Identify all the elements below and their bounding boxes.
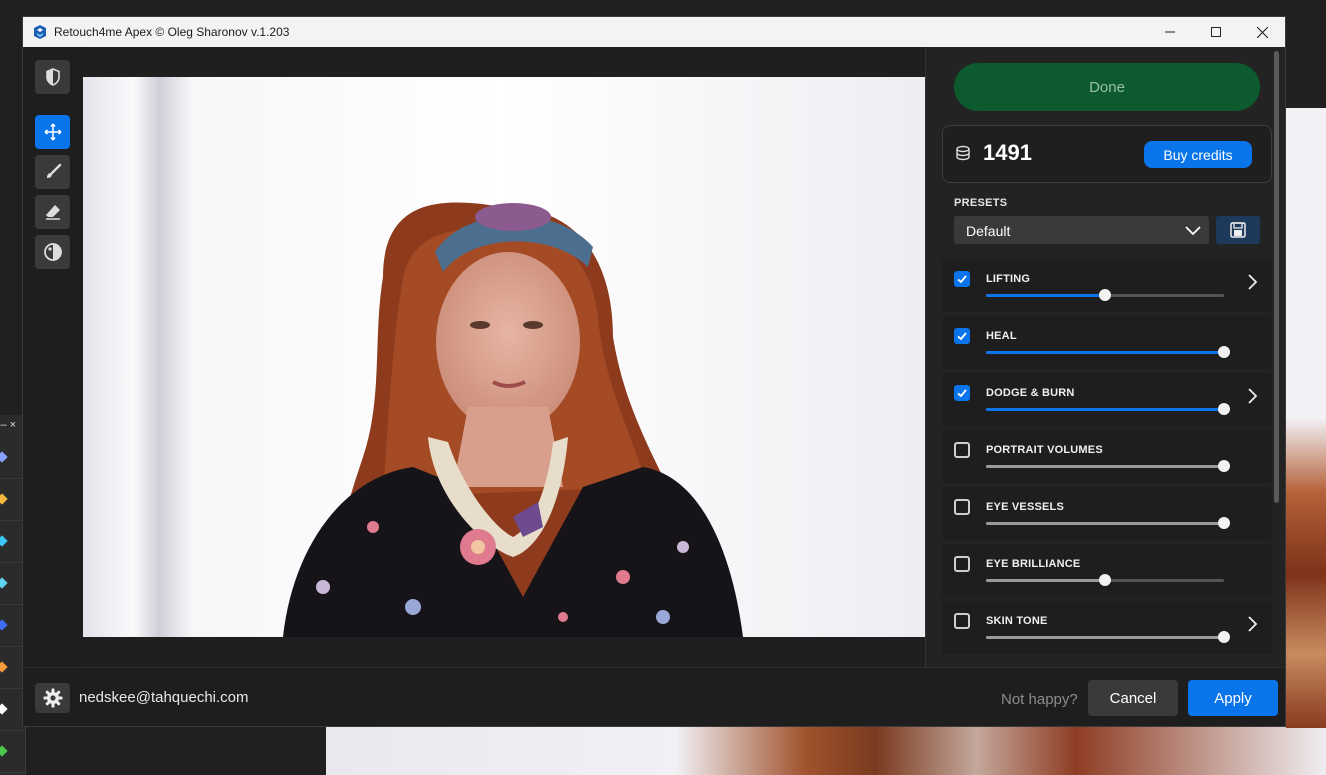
move-icon xyxy=(44,123,61,141)
slider-thumb[interactable] xyxy=(1218,631,1230,643)
adjustment-slider[interactable] xyxy=(986,460,1230,472)
save-preset-button[interactable] xyxy=(1216,216,1260,244)
adjustment-label: EYE VESSELS xyxy=(986,501,1065,513)
adjustment-checkbox[interactable] xyxy=(954,499,970,515)
coins-icon xyxy=(956,145,970,161)
left-toolbar xyxy=(23,47,83,667)
adjustment-checkbox[interactable] xyxy=(954,556,970,572)
adjustment-slider[interactable] xyxy=(986,403,1230,415)
buy-credits-button[interactable]: Buy credits xyxy=(1144,141,1252,168)
expand-arrow-button[interactable] xyxy=(1246,273,1258,296)
slider-thumb[interactable] xyxy=(1218,403,1230,415)
eraser-icon xyxy=(45,205,60,220)
slider-fill xyxy=(986,351,1224,354)
slider-fill xyxy=(986,522,1224,525)
credits-count: 1491 xyxy=(983,140,1032,165)
adjustment-card: LIFTING xyxy=(942,259,1272,312)
chevron-right-icon xyxy=(1248,616,1258,632)
adjustment-checkbox[interactable] xyxy=(954,613,970,629)
adjustment-label: EYE BRILLIANCE xyxy=(986,558,1081,570)
adjustment-slider[interactable] xyxy=(986,289,1224,301)
contrast-tool-button[interactable] xyxy=(35,235,70,269)
adjustment-checkbox[interactable] xyxy=(954,442,970,458)
adjustment-slider[interactable] xyxy=(986,517,1230,529)
shield-icon xyxy=(45,68,60,86)
maximize-button[interactable] xyxy=(1193,17,1239,47)
slider-thumb[interactable] xyxy=(1099,574,1111,586)
slider-thumb[interactable] xyxy=(1099,289,1111,301)
close-button[interactable] xyxy=(1239,17,1285,47)
checkmark-icon xyxy=(957,275,967,284)
minimize-button[interactable] xyxy=(1147,17,1193,47)
preset-dropdown[interactable]: Default xyxy=(954,216,1209,244)
slider-fill xyxy=(986,579,1105,582)
background-photo-bottom xyxy=(326,727,1326,775)
mask-tool-button[interactable] xyxy=(35,60,70,94)
expand-arrow-button[interactable] xyxy=(1246,615,1258,638)
checkmark-icon xyxy=(957,389,967,398)
checkmark-icon xyxy=(957,332,967,341)
slider-fill xyxy=(986,636,1224,639)
apply-button[interactable]: Apply xyxy=(1188,680,1278,716)
brush-tool-button[interactable] xyxy=(35,155,70,189)
image-canvas[interactable] xyxy=(83,47,925,667)
adjustment-label: LIFTING xyxy=(986,273,1031,285)
brush-icon xyxy=(46,163,61,178)
gear-icon xyxy=(43,688,62,708)
presets-label: PRESETS xyxy=(954,197,1008,209)
background-photo-right xyxy=(1286,108,1326,728)
adjustment-card: EYE BRILLIANCE xyxy=(942,544,1272,597)
credits-box: 1491 Buy credits xyxy=(942,125,1272,183)
chevron-down-icon xyxy=(1185,226,1201,236)
slider-thumb[interactable] xyxy=(1218,346,1230,358)
close-icon xyxy=(1256,26,1268,38)
panel-scrollbar[interactable] xyxy=(1274,51,1279,503)
settings-button[interactable] xyxy=(35,683,70,713)
adjustment-slider[interactable] xyxy=(986,631,1230,643)
app-window: Retouch4me Apex © Oleg Sharonov v.1.203 xyxy=(22,16,1286,727)
adjustments-panel: Done 1491 Buy credits PRESETS Default LI… xyxy=(925,47,1285,667)
adjustment-label: HEAL xyxy=(986,330,1017,342)
adjustment-checkbox[interactable] xyxy=(954,271,970,287)
adjustment-card: HEAL xyxy=(942,316,1272,369)
adjustment-card: SKIN TONE xyxy=(942,601,1272,654)
window-controls xyxy=(1147,17,1285,47)
slider-fill xyxy=(986,294,1105,297)
slider-fill xyxy=(986,408,1224,411)
slider-thumb[interactable] xyxy=(1218,460,1230,472)
contrast-icon xyxy=(43,243,62,261)
minimize-icon xyxy=(1165,31,1175,33)
chevron-right-icon xyxy=(1248,388,1258,404)
adjustment-label: PORTRAIT VOLUMES xyxy=(986,444,1103,456)
cancel-button[interactable]: Cancel xyxy=(1088,680,1178,716)
slider-fill xyxy=(986,465,1224,468)
portrait-image xyxy=(83,77,925,637)
title-bar[interactable]: Retouch4me Apex © Oleg Sharonov v.1.203 xyxy=(23,17,1285,47)
background-row xyxy=(0,731,25,773)
adjustment-checkbox[interactable] xyxy=(954,385,970,401)
chevron-right-icon xyxy=(1248,274,1258,290)
adjustment-slider[interactable] xyxy=(986,574,1224,586)
window-title: Retouch4me Apex © Oleg Sharonov v.1.203 xyxy=(54,25,290,39)
adjustment-checkbox[interactable] xyxy=(954,328,970,344)
slider-thumb[interactable] xyxy=(1218,517,1230,529)
done-button[interactable]: Done xyxy=(954,63,1260,111)
adjustment-label: SKIN TONE xyxy=(986,615,1048,627)
expand-arrow-button[interactable] xyxy=(1246,387,1258,410)
adjustment-slider[interactable] xyxy=(986,346,1230,358)
app-logo-icon xyxy=(34,25,46,39)
user-email: nedskee@tahquechi.com xyxy=(79,689,249,706)
preset-value: Default xyxy=(966,223,1011,239)
save-preset-icon xyxy=(1230,222,1246,238)
not-happy-label[interactable]: Not happy? xyxy=(1001,691,1078,708)
bottom-bar: nedskee@tahquechi.com Not happy? Cancel … xyxy=(23,667,1285,726)
maximize-icon xyxy=(1211,27,1221,37)
adjustment-card: DODGE & BURN xyxy=(942,373,1272,426)
eraser-tool-button[interactable] xyxy=(35,195,70,229)
adjustment-card: EYE VESSELS xyxy=(942,487,1272,540)
portrait-photo[interactable] xyxy=(83,77,925,637)
move-tool-button[interactable] xyxy=(35,115,70,149)
adjustment-label: DODGE & BURN xyxy=(986,387,1075,399)
adjustment-card: PORTRAIT VOLUMES xyxy=(942,430,1272,483)
